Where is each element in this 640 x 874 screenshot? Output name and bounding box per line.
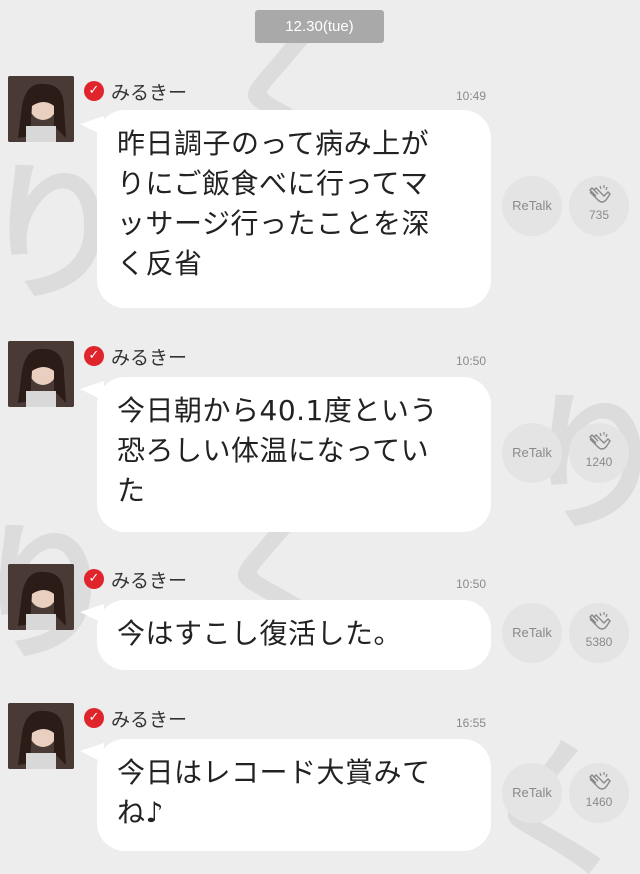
author-name: みるきー — [111, 347, 188, 369]
clap-button[interactable]: 1240 — [569, 423, 629, 483]
verified-icon: ✓ — [84, 708, 104, 728]
retalk-button[interactable]: ReTalk — [502, 603, 562, 663]
clap-button[interactable]: 5380 — [569, 603, 629, 663]
message-bubble: 今日朝から40.1度という 恐ろしい体温になってい た — [97, 377, 491, 532]
date-separator: 12.30(tue) — [255, 10, 384, 43]
clap-count: 735 — [588, 208, 610, 222]
avatar[interactable] — [8, 703, 74, 769]
retalk-button[interactable]: ReTalk — [502, 763, 562, 823]
avatar-image — [8, 76, 74, 142]
clap-button[interactable]: 735 — [569, 176, 629, 236]
message-bubble: 昨日調子のって病み上が りにご飯食べに行ってマ ッサージ行ったことを深 く反省 — [97, 110, 491, 308]
author-name: みるきー — [111, 82, 188, 104]
message-time: 10:50 — [456, 577, 487, 591]
avatar-image — [8, 341, 74, 407]
verified-icon: ✓ — [84, 81, 104, 101]
retalk-button[interactable]: ReTalk — [502, 423, 562, 483]
message-time: 16:55 — [456, 716, 487, 730]
author-name: みるきー — [111, 570, 188, 592]
clap-icon — [589, 185, 611, 203]
message-time: 10:49 — [456, 89, 487, 103]
clap-button[interactable]: 1460 — [569, 763, 629, 823]
avatar[interactable] — [8, 341, 74, 407]
author-name: みるきー — [111, 709, 188, 731]
verified-icon: ✓ — [84, 346, 104, 366]
clap-icon — [589, 432, 611, 450]
clap-count: 1460 — [585, 795, 613, 809]
message-bubble: 今はすこし復活した。 — [97, 600, 491, 670]
avatar[interactable] — [8, 564, 74, 630]
avatar[interactable] — [8, 76, 74, 142]
clap-count: 1240 — [585, 455, 613, 469]
clap-count: 5380 — [585, 635, 613, 649]
retalk-button[interactable]: ReTalk — [502, 176, 562, 236]
message-bubble: 今日はレコード大賞みて ね♪ — [97, 739, 491, 851]
message-time: 10:50 — [456, 354, 487, 368]
clap-icon — [589, 772, 611, 790]
avatar-image — [8, 564, 74, 630]
avatar-image — [8, 703, 74, 769]
clap-icon — [589, 612, 611, 630]
verified-icon: ✓ — [84, 569, 104, 589]
